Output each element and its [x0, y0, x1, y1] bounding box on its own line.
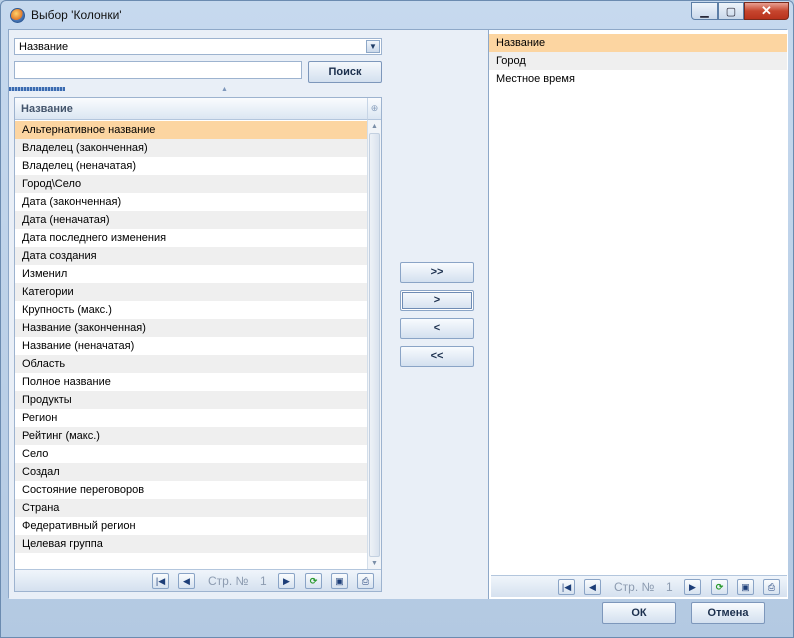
first-page-icon[interactable]: |◀ — [152, 573, 169, 589]
table-row[interactable]: Целевая группа — [15, 535, 367, 553]
available-columns-grid: Название ⊕ Альтернативное название Владел… — [14, 97, 382, 592]
table-row[interactable]: Дата создания — [15, 247, 367, 265]
app-globe-icon — [10, 8, 25, 23]
refresh-icon[interactable]: ⟳ — [305, 573, 322, 589]
scroll-up-icon[interactable]: ▲ — [368, 120, 381, 133]
minimize-icon: ▁ — [700, 5, 709, 18]
maximize-button[interactable]: ▢ — [718, 2, 744, 20]
move-buttons-pane: >> > < << — [388, 30, 488, 599]
table-row[interactable]: Рейтинг (макс.) — [15, 427, 367, 445]
dialog-window: Выбор 'Колонки' ▁ ▢ ✕ Название ▼ Поиск ▲… — [0, 0, 794, 638]
table-row[interactable]: Регион — [15, 409, 367, 427]
maximize-icon: ▢ — [725, 5, 737, 18]
first-page-icon[interactable]: |◀ — [558, 579, 575, 595]
add-button[interactable]: > — [400, 290, 474, 311]
page-label: Стр. № — [208, 574, 249, 588]
table-row[interactable]: Состояние переговоров — [15, 481, 367, 499]
minimize-button[interactable]: ▁ — [691, 2, 718, 20]
page-number[interactable]: 1 — [666, 580, 673, 594]
window-controls: ▁ ▢ ✕ — [691, 2, 789, 20]
search-input[interactable] — [14, 61, 302, 79]
collapse-arrow-icon[interactable]: ▲ — [221, 86, 228, 93]
search-field-value: Название — [19, 41, 69, 53]
ok-button[interactable]: ОК — [602, 602, 676, 624]
search-field-select[interactable]: Название ▼ — [14, 38, 382, 55]
table-row[interactable]: Название (законченная) — [15, 319, 367, 337]
title-bar[interactable]: Выбор 'Колонки' ▁ ▢ ✕ — [1, 1, 793, 29]
table-row[interactable]: Название (неначатая) — [15, 337, 367, 355]
table-row[interactable]: Полное название — [15, 373, 367, 391]
page-label: Стр. № — [614, 580, 655, 594]
save-icon[interactable]: ▣ — [331, 573, 348, 589]
table-row[interactable]: Село — [15, 445, 367, 463]
close-icon: ✕ — [761, 3, 772, 18]
table-row[interactable]: Федеративный регион — [15, 517, 367, 535]
column-header-name[interactable]: Название — [21, 103, 73, 115]
next-page-icon[interactable]: ▶ — [684, 579, 701, 595]
next-page-icon[interactable]: ▶ — [278, 573, 295, 589]
table-row[interactable]: Дата последнего изменения — [15, 229, 367, 247]
selected-columns-pane: Название Город Местное время |◀ ◀ Стр. № 1… — [488, 30, 788, 599]
cancel-button[interactable]: Отмена — [691, 602, 765, 624]
remove-button[interactable]: < — [400, 318, 474, 339]
list-item[interactable]: Город — [489, 52, 787, 70]
print-icon[interactable]: ⎙ — [763, 579, 780, 595]
table-row[interactable]: Дата (неначатая) — [15, 211, 367, 229]
close-button[interactable]: ✕ — [744, 2, 789, 20]
collapse-splitter[interactable]: ▲ — [9, 86, 388, 93]
table-row[interactable]: Крупность (макс.) — [15, 301, 367, 319]
table-row[interactable]: Продукты — [15, 391, 367, 409]
list-item[interactable]: Местное время — [489, 70, 787, 88]
table-row[interactable]: Изменил — [15, 265, 367, 283]
left-pager: |◀ ◀ Стр. № 1 ▶ ⟳ ▣ ⎙ — [15, 569, 381, 591]
window-title: Выбор 'Колонки' — [31, 8, 122, 22]
print-icon[interactable]: ⎙ — [357, 573, 374, 589]
vertical-scrollbar[interactable]: ▲ ▼ — [367, 120, 381, 570]
grid-header[interactable]: Название — [15, 98, 367, 120]
refresh-icon[interactable]: ⟳ — [711, 579, 728, 595]
table-row[interactable]: Город\Село — [15, 175, 367, 193]
table-row[interactable]: Страна — [15, 499, 367, 517]
list-item[interactable]: Название — [489, 34, 787, 52]
table-row[interactable]: Владелец (законченная) — [15, 139, 367, 157]
available-columns-pane: Название ▼ Поиск ▲ Название ⊕ Альтернати… — [9, 30, 388, 599]
splitter-grip[interactable] — [9, 87, 65, 91]
search-button[interactable]: Поиск — [308, 61, 382, 83]
right-pager: |◀ ◀ Стр. № 1 ▶ ⟳ ▣ ⎙ — [491, 575, 787, 597]
table-row[interactable]: Дата (законченная) — [15, 193, 367, 211]
remove-all-button[interactable]: << — [400, 346, 474, 367]
selected-columns-list: Название Город Местное время — [489, 34, 787, 88]
column-chooser-icon[interactable]: ⊕ — [367, 98, 381, 120]
prev-page-icon[interactable]: ◀ — [178, 573, 195, 589]
chevron-down-icon[interactable]: ▼ — [366, 40, 380, 53]
dialog-body: Название ▼ Поиск ▲ Название ⊕ Альтернати… — [8, 29, 788, 599]
grid-rows: Альтернативное название Владелец (законче… — [15, 121, 367, 553]
table-row[interactable]: Категории — [15, 283, 367, 301]
page-number[interactable]: 1 — [260, 574, 267, 588]
save-icon[interactable]: ▣ — [737, 579, 754, 595]
table-row[interactable]: Область — [15, 355, 367, 373]
table-row[interactable]: Альтернативное название — [15, 121, 367, 139]
table-row[interactable]: Создал — [15, 463, 367, 481]
table-row[interactable]: Владелец (неначатая) — [15, 157, 367, 175]
prev-page-icon[interactable]: ◀ — [584, 579, 601, 595]
add-all-button[interactable]: >> — [400, 262, 474, 283]
scroll-thumb[interactable] — [369, 133, 380, 557]
